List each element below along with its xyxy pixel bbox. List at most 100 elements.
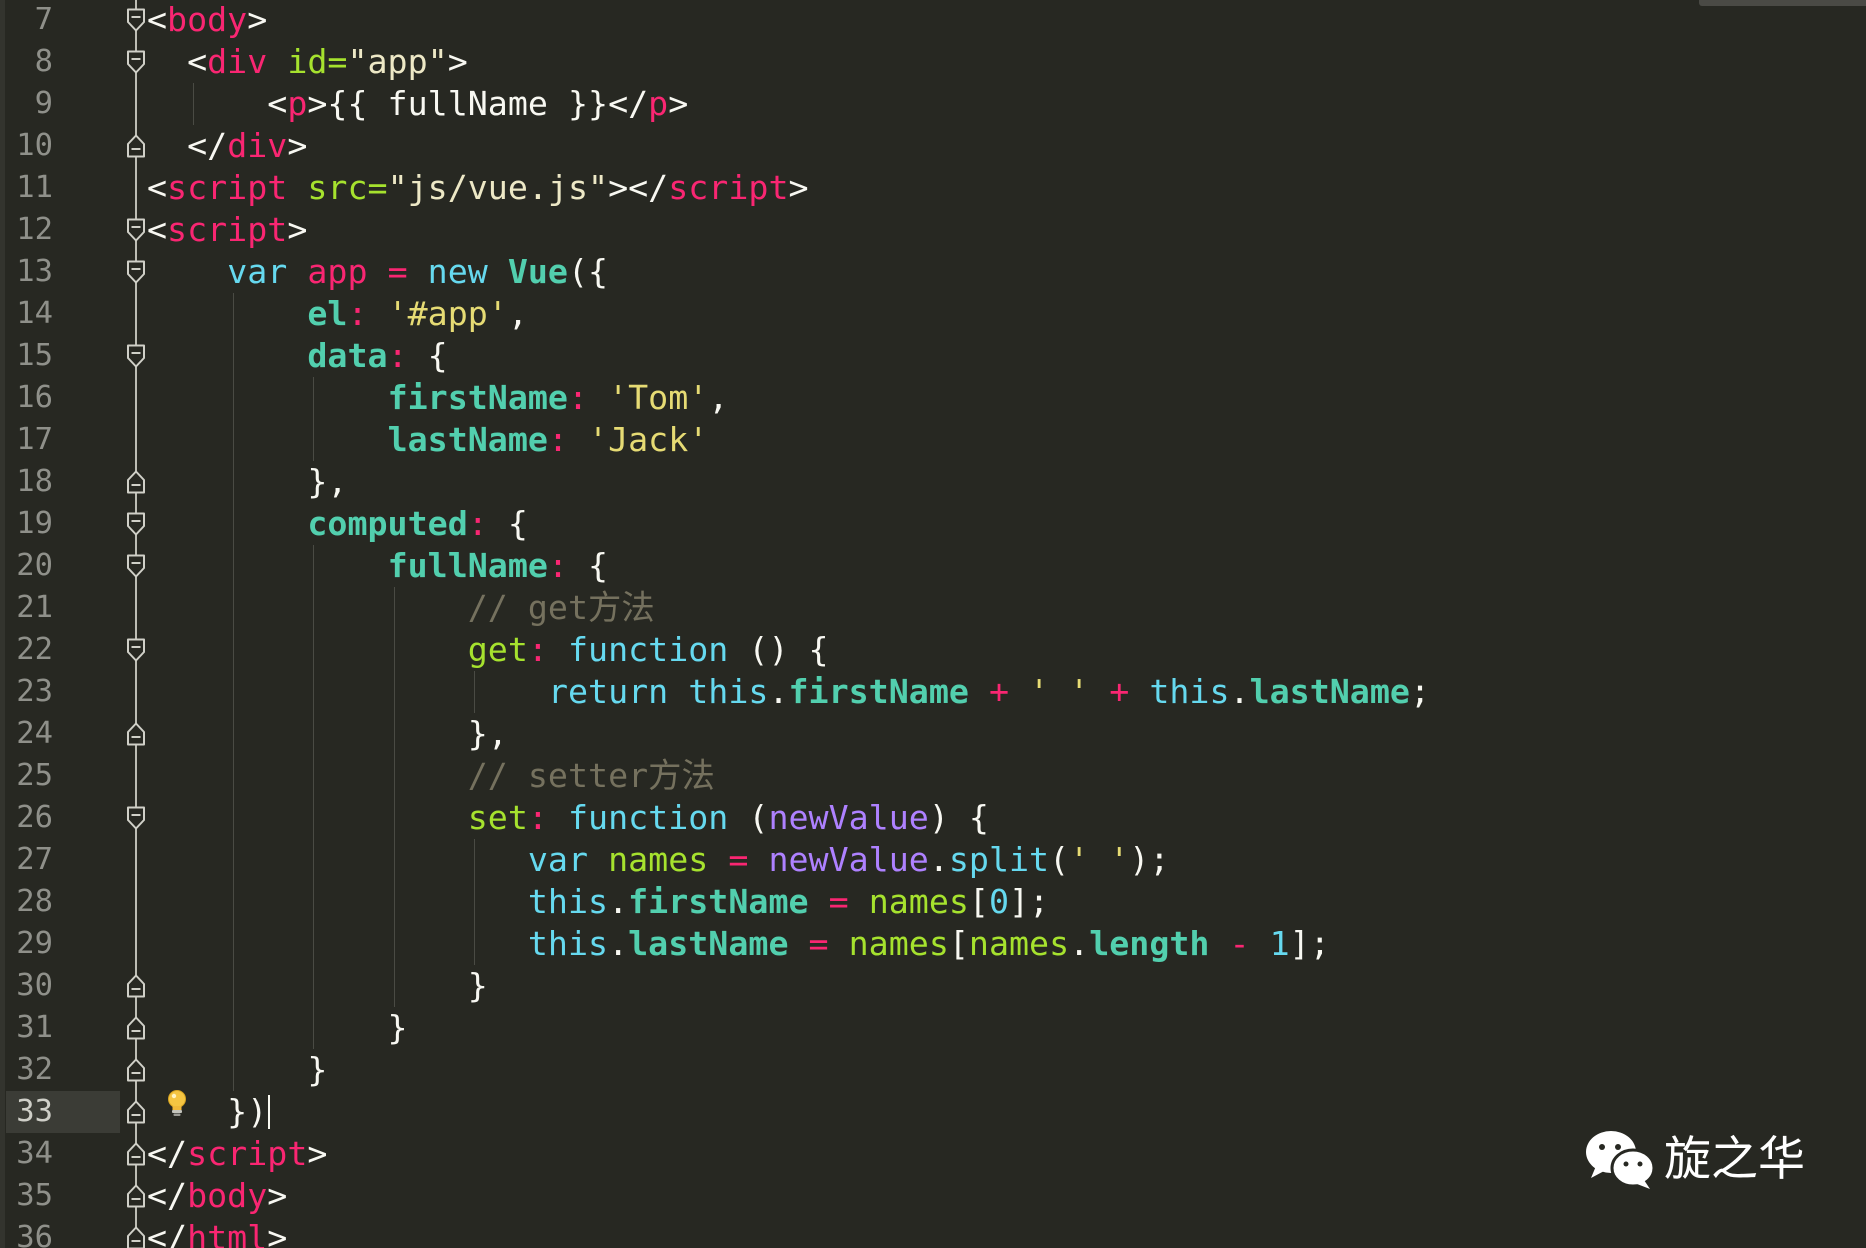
code-line[interactable]: 35 </body> xyxy=(0,1175,1866,1217)
code-text[interactable]: } xyxy=(147,1007,408,1049)
code-text[interactable]: var names = newValue.split(' '); xyxy=(147,839,1170,881)
code-line[interactable]: 24 }, xyxy=(0,713,1866,755)
code-text[interactable]: // get方法 xyxy=(147,587,655,629)
code-line[interactable]: 22 get: function () { xyxy=(0,629,1866,671)
line-number: 16 xyxy=(16,380,53,415)
code-line[interactable]: 26 set: function (newValue) { xyxy=(0,797,1866,839)
code-line[interactable]: 15 data: { xyxy=(0,335,1866,377)
code-text[interactable]: computed: { xyxy=(147,503,528,545)
fold-open-icon[interactable] xyxy=(125,343,147,369)
code-line[interactable]: 9 <p>{{ fullName }}</p> xyxy=(0,83,1866,125)
code-text[interactable]: this.lastName = names[names.length - 1]; xyxy=(147,923,1330,965)
code-text[interactable]: // setter方法 xyxy=(147,755,715,797)
code-line[interactable]: 30 } xyxy=(0,965,1866,1007)
fold-close-icon[interactable] xyxy=(125,1015,147,1041)
fold-close-icon[interactable] xyxy=(125,133,147,159)
code-text[interactable]: <body> xyxy=(147,0,267,41)
code-text[interactable]: }, xyxy=(147,713,508,755)
code-text[interactable]: </script> xyxy=(147,1133,327,1175)
code-line[interactable]: 25 // setter方法 xyxy=(0,755,1866,797)
fold-close-icon[interactable] xyxy=(125,1099,147,1125)
code-text[interactable]: get: function () { xyxy=(147,629,829,671)
code-token: split xyxy=(948,840,1050,879)
code-text[interactable]: fullName: { xyxy=(147,545,609,587)
code-text[interactable]: </div> xyxy=(147,125,307,167)
code-text[interactable]: <script> xyxy=(147,209,307,251)
code-token: newValue xyxy=(768,798,929,837)
code-text[interactable]: var app = new Vue({ xyxy=(147,251,608,293)
fold-open-icon[interactable] xyxy=(125,217,147,243)
code-line[interactable]: 31 } xyxy=(0,1007,1866,1049)
code-line[interactable]: 19 computed: { xyxy=(0,503,1866,545)
code-token: . xyxy=(1069,924,1090,963)
code-line[interactable]: 34 </script> xyxy=(0,1133,1866,1175)
code-text[interactable]: this.firstName = names[0]; xyxy=(147,881,1049,923)
code-text[interactable]: data: { xyxy=(147,335,447,377)
code-token: el xyxy=(307,294,348,333)
code-text[interactable]: <p>{{ fullName }}</p> xyxy=(147,83,688,125)
code-line[interactable]: 7 <body> xyxy=(0,0,1866,41)
code-editor[interactable]: 旋之华 7 <body> 8 <div id="app"> 9 <p>{{ fullN… xyxy=(0,0,1866,1248)
fold-open-icon[interactable] xyxy=(125,637,147,663)
fold-close-icon[interactable] xyxy=(125,1057,147,1083)
code-text[interactable]: </body> xyxy=(147,1175,287,1217)
code-line[interactable]: 12 <script> xyxy=(0,209,1866,251)
code-line[interactable]: 27 var names = newValue.split(' '); xyxy=(0,839,1866,881)
fold-close-icon[interactable] xyxy=(125,721,147,747)
code-text[interactable]: firstName: 'Tom', xyxy=(147,377,729,419)
line-number: 10 xyxy=(16,128,53,163)
code-line[interactable]: 14 el: '#app', xyxy=(0,293,1866,335)
code-line[interactable]: 36 </html> xyxy=(0,1217,1866,1248)
code-text[interactable]: lastName: 'Jack' xyxy=(147,419,709,461)
code-line[interactable]: 20 fullName: { xyxy=(0,545,1866,587)
fold-open-icon[interactable] xyxy=(125,259,147,285)
fold-close-icon[interactable] xyxy=(125,1183,147,1209)
fold-open-icon[interactable] xyxy=(125,805,147,831)
code-line[interactable]: 11 <script src="js/vue.js"></script> xyxy=(0,167,1866,209)
code-token: > xyxy=(287,210,308,249)
code-line[interactable]: 21 // get方法 xyxy=(0,587,1866,629)
code-text[interactable]: }, xyxy=(147,461,347,503)
code-token: body xyxy=(187,1176,268,1215)
code-line[interactable]: 16 firstName: 'Tom', xyxy=(0,377,1866,419)
code-line[interactable]: 28 this.firstName = names[0]; xyxy=(0,881,1866,923)
code-text[interactable]: } xyxy=(147,1049,327,1091)
code-text[interactable]: </html> xyxy=(147,1217,287,1248)
code-token: // get方法 xyxy=(467,588,655,627)
code-line[interactable]: 8 <div id="app"> xyxy=(0,41,1866,83)
code-line[interactable]: 32 } xyxy=(0,1049,1866,1091)
fold-open-icon[interactable] xyxy=(125,49,147,75)
fold-open-icon[interactable] xyxy=(125,7,147,33)
code-text[interactable]: } xyxy=(147,965,488,1007)
code-line[interactable]: 23 return this.firstName + ' ' + this.la… xyxy=(0,671,1866,713)
code-token: names xyxy=(868,882,969,921)
fold-close-icon[interactable] xyxy=(125,1225,147,1248)
code-line[interactable]: 13 var app = new Vue({ xyxy=(0,251,1866,293)
code-text[interactable]: el: '#app', xyxy=(147,293,528,335)
code-text[interactable]: return this.firstName + ' ' + this.lastN… xyxy=(147,671,1430,713)
code-text[interactable]: <div id="app"> xyxy=(147,41,468,83)
code-token: } xyxy=(147,1050,328,1089)
code-line[interactable]: 29 this.lastName = names[names.length - … xyxy=(0,923,1866,965)
fold-close-icon[interactable] xyxy=(125,469,147,495)
code-line[interactable]: 10 </div> xyxy=(0,125,1866,167)
code-text[interactable]: <script src="js/vue.js"></script> xyxy=(147,167,809,209)
fold-open-icon[interactable] xyxy=(125,553,147,579)
code-text[interactable]: set: function (newValue) { xyxy=(147,797,989,839)
lightbulb-icon[interactable] xyxy=(166,1089,188,1119)
fold-close-icon[interactable] xyxy=(125,973,147,999)
fold-open-icon[interactable] xyxy=(125,511,147,537)
fold-close-icon[interactable] xyxy=(125,1141,147,1167)
code-token: < xyxy=(147,84,288,123)
code-line[interactable]: 33 }) xyxy=(0,1091,1866,1133)
code-line[interactable]: 17 lastName: 'Jack' xyxy=(0,419,1866,461)
code-line[interactable]: 18 }, xyxy=(0,461,1866,503)
